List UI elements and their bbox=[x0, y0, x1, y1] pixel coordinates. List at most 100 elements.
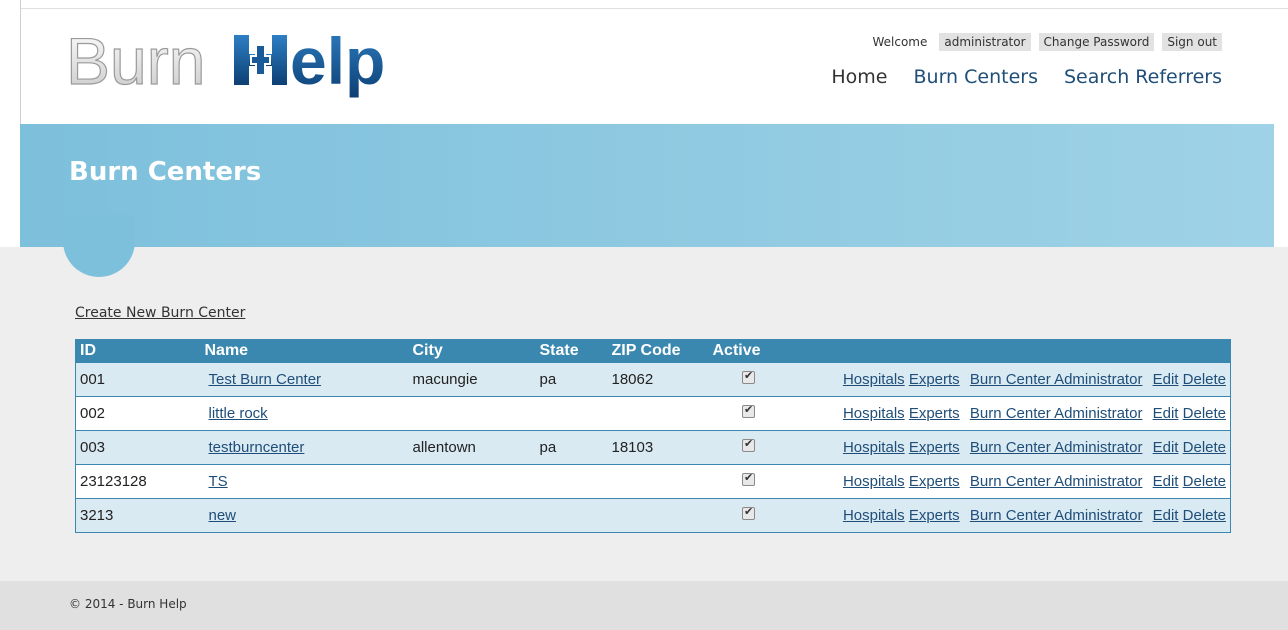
cell-state: pa bbox=[535, 430, 608, 465]
delete-link[interactable]: Delete bbox=[1183, 473, 1226, 490]
burn-center-administrator-link[interactable]: Burn Center Administrator bbox=[970, 371, 1143, 388]
cell-active bbox=[708, 430, 789, 465]
experts-link[interactable]: Experts bbox=[909, 507, 960, 524]
header-city: City bbox=[408, 339, 536, 363]
cell-city bbox=[408, 498, 536, 533]
active-checkbox[interactable] bbox=[742, 437, 755, 452]
header-id: ID bbox=[75, 339, 201, 363]
cell-active bbox=[708, 362, 789, 397]
table-row: 23123128 TS Hospitals Experts Burn Cente… bbox=[75, 464, 1231, 499]
edit-link[interactable]: Edit bbox=[1153, 507, 1179, 524]
cell-name: TS bbox=[200, 464, 409, 499]
copyright-text: © 2014 - Burn Help bbox=[69, 597, 187, 611]
cell-zip bbox=[607, 396, 709, 431]
burn-center-name-link[interactable]: TS bbox=[209, 473, 228, 490]
cell-active bbox=[708, 498, 789, 533]
username-link[interactable]: administrator bbox=[939, 33, 1031, 51]
cell-name: new bbox=[200, 498, 409, 533]
cell-actions: Hospitals Experts Burn Center Administra… bbox=[788, 464, 1231, 499]
frame-top-line bbox=[20, 8, 1288, 9]
experts-link[interactable]: Experts bbox=[909, 439, 960, 456]
cell-state bbox=[535, 498, 608, 533]
table-header-row: ID Name City State ZIP Code Active bbox=[75, 339, 1231, 363]
cell-actions: Hospitals Experts Burn Center Administra… bbox=[788, 498, 1231, 533]
cell-actions: Hospitals Experts Burn Center Administra… bbox=[788, 396, 1231, 431]
cell-name: Test Burn Center bbox=[200, 362, 409, 397]
active-checkbox[interactable] bbox=[742, 369, 755, 384]
cell-state bbox=[535, 464, 608, 499]
active-checkbox[interactable] bbox=[742, 471, 755, 486]
cell-city bbox=[408, 396, 536, 431]
burn-center-administrator-link[interactable]: Burn Center Administrator bbox=[970, 405, 1143, 422]
table-row: 003 testburncenter allentown pa 18103 Ho… bbox=[75, 430, 1231, 465]
page-title: Burn Centers bbox=[69, 157, 262, 187]
active-checkbox[interactable] bbox=[742, 403, 755, 418]
cell-actions: Hospitals Experts Burn Center Administra… bbox=[788, 430, 1231, 465]
svg-text:elp: elp bbox=[290, 24, 385, 98]
burn-center-administrator-link[interactable]: Burn Center Administrator bbox=[970, 439, 1143, 456]
active-checkbox[interactable] bbox=[742, 505, 755, 520]
experts-link[interactable]: Experts bbox=[909, 473, 960, 490]
burn-center-name-link[interactable]: new bbox=[209, 507, 237, 524]
cell-city bbox=[408, 464, 536, 499]
hospitals-link[interactable]: Hospitals bbox=[843, 507, 905, 524]
create-burn-center-link[interactable]: Create New Burn Center bbox=[75, 305, 245, 321]
hospitals-link[interactable]: Hospitals bbox=[843, 371, 905, 388]
main-content: Create New Burn Center ID Name City Stat… bbox=[0, 215, 1288, 581]
cell-zip: 18062 bbox=[607, 362, 709, 397]
cell-id: 003 bbox=[75, 430, 201, 465]
cell-id: 002 bbox=[75, 396, 201, 431]
header-zip: ZIP Code bbox=[607, 339, 709, 363]
cell-active bbox=[708, 464, 789, 499]
burn-center-administrator-link[interactable]: Burn Center Administrator bbox=[970, 507, 1143, 524]
experts-link[interactable]: Experts bbox=[909, 371, 960, 388]
burn-center-name-link[interactable]: testburncenter bbox=[209, 439, 305, 456]
hospitals-link[interactable]: Hospitals bbox=[843, 473, 905, 490]
experts-link[interactable]: Experts bbox=[909, 405, 960, 422]
burn-center-name-link[interactable]: Test Burn Center bbox=[209, 371, 322, 388]
burn-centers-table: ID Name City State ZIP Code Active 001 T… bbox=[75, 339, 1231, 533]
cell-actions: Hospitals Experts Burn Center Administra… bbox=[788, 362, 1231, 397]
cell-city: macungie bbox=[408, 362, 536, 397]
burn-center-administrator-link[interactable]: Burn Center Administrator bbox=[970, 473, 1143, 490]
cell-zip bbox=[607, 464, 709, 499]
nav-home[interactable]: Home bbox=[831, 66, 887, 88]
change-password-link[interactable]: Change Password bbox=[1038, 33, 1155, 51]
delete-link[interactable]: Delete bbox=[1183, 371, 1226, 388]
edit-link[interactable]: Edit bbox=[1153, 473, 1179, 490]
cell-name: little rock bbox=[200, 396, 409, 431]
header-state: State bbox=[535, 339, 608, 363]
header-name: Name bbox=[200, 339, 409, 363]
header-active: Active bbox=[708, 339, 789, 363]
cell-active bbox=[708, 396, 789, 431]
burn-center-name-link[interactable]: little rock bbox=[209, 405, 268, 422]
cell-city: allentown bbox=[408, 430, 536, 465]
hospitals-link[interactable]: Hospitals bbox=[843, 439, 905, 456]
table-row: 002 little rock Hospitals Experts Burn C… bbox=[75, 396, 1231, 431]
frame-left-line bbox=[20, 0, 21, 124]
edit-link[interactable]: Edit bbox=[1153, 371, 1179, 388]
cell-zip bbox=[607, 498, 709, 533]
cell-state bbox=[535, 396, 608, 431]
table-row: 3213 new Hospitals Experts Burn Center A… bbox=[75, 498, 1231, 533]
hospitals-link[interactable]: Hospitals bbox=[843, 405, 905, 422]
cell-id: 23123128 bbox=[75, 464, 201, 499]
edit-link[interactable]: Edit bbox=[1153, 405, 1179, 422]
sign-out-link[interactable]: Sign out bbox=[1162, 33, 1222, 51]
banner-bubble bbox=[63, 215, 135, 277]
welcome-text: Welcome bbox=[872, 35, 928, 49]
delete-link[interactable]: Delete bbox=[1183, 507, 1226, 524]
cell-name: testburncenter bbox=[200, 430, 409, 465]
edit-link[interactable]: Edit bbox=[1153, 439, 1179, 456]
delete-link[interactable]: Delete bbox=[1183, 439, 1226, 456]
page-footer: © 2014 - Burn Help bbox=[0, 581, 1288, 630]
cell-zip: 18103 bbox=[607, 430, 709, 465]
nav-burn-centers[interactable]: Burn Centers bbox=[914, 66, 1038, 88]
cell-id: 3213 bbox=[75, 498, 201, 533]
main-nav: Home Burn Centers Search Referrers bbox=[831, 66, 1222, 88]
cell-state: pa bbox=[535, 362, 608, 397]
burnhelp-logo[interactable]: Burn elp bbox=[66, 24, 486, 124]
nav-search-referrers[interactable]: Search Referrers bbox=[1064, 66, 1222, 88]
header-actions bbox=[788, 339, 1231, 363]
delete-link[interactable]: Delete bbox=[1183, 405, 1226, 422]
